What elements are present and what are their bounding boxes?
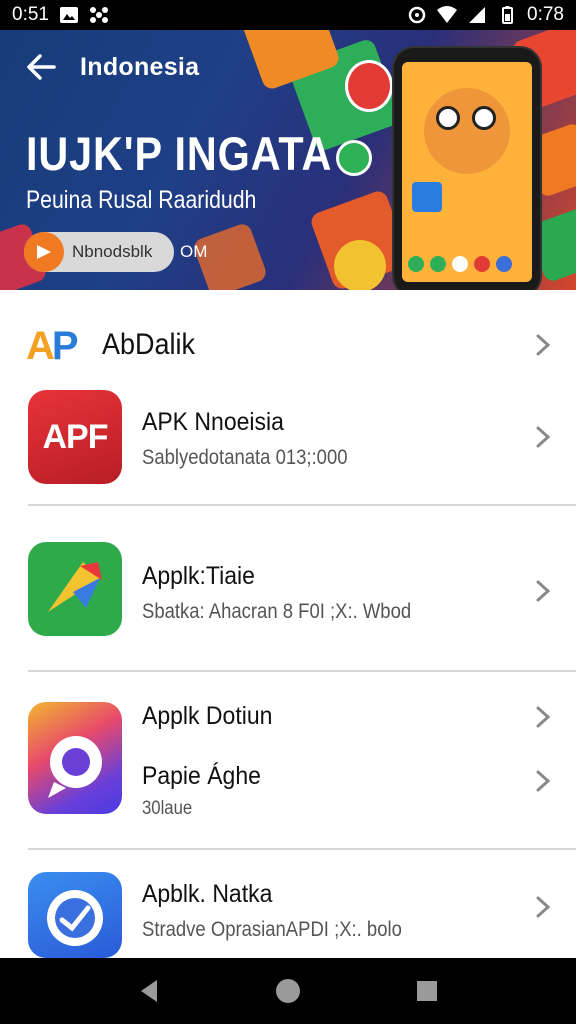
mascot-yellow (334, 240, 386, 290)
maps-app-icon (28, 542, 122, 636)
section-header[interactable]: AP AbDalik (0, 320, 576, 370)
battery-icon (502, 6, 514, 24)
back-arrow-icon[interactable] (24, 50, 58, 84)
recents-square-icon (416, 981, 437, 1001)
chevron-right-icon (536, 706, 550, 728)
status-right: 0:78 (407, 4, 564, 26)
back-triangle-icon (141, 980, 158, 1002)
play-arrow-icon (24, 232, 64, 272)
chevron-right-icon (536, 334, 550, 356)
messenger-app-icon (28, 872, 122, 958)
mascot-illustration (424, 88, 510, 174)
phone-dock-icon (452, 256, 468, 272)
list-item-apk-nnoeisia[interactable]: APF APK Nnoeisia Sablyedotanata 013;:000 (0, 390, 576, 502)
mascot-eye (472, 106, 496, 130)
app-subtitle: Sablyedotanata 013;:000 (142, 446, 348, 469)
navigation-bar (0, 958, 576, 1024)
phone-dock-icon (496, 256, 512, 272)
app-name: APK Nnoeisia (142, 408, 284, 436)
list-item-applk-tiaie[interactable]: Applk:Tiaie Sbatka: Ahacran 8 F0I ;X:. W… (0, 542, 576, 642)
hero-banner: Indonesia IUJK'P INGATA Peuina Rusal Raa… (0, 30, 576, 290)
hero-pill-label: Nbnodsblk (72, 242, 153, 261)
hero-headline: IUJK'P INGATA (26, 127, 333, 180)
page-title: Indonesia (80, 52, 200, 81)
mascot-green (336, 140, 372, 176)
phone-dock-icon (430, 256, 446, 272)
phone-dock (408, 256, 512, 272)
mascot-red (345, 60, 393, 112)
app-subtitle: Stradve OprasianAPDI ;X:. bolo (142, 918, 402, 941)
section-title: AbDalik (102, 328, 196, 361)
image-notification-icon (59, 7, 78, 23)
phone-screen (402, 62, 532, 282)
hero-pill-extra: OM (180, 242, 208, 261)
chevron-right-icon (536, 580, 550, 602)
app-name: Applk:Tiaie (142, 562, 255, 590)
chat-app-icon (28, 702, 122, 814)
apf-icon-text: APF (42, 417, 109, 456)
home-circle-icon (275, 979, 300, 1003)
recents-nav-button[interactable] (412, 976, 442, 1006)
chevron-right-icon (536, 770, 550, 792)
phone-dock-icon (474, 256, 490, 272)
logo-letter-p: P (51, 324, 79, 368)
logo-letter-a: A (26, 324, 55, 368)
divider (28, 848, 576, 850)
app-name: Apblk. Natka (142, 880, 273, 908)
hero-pill-badge[interactable]: Nbnodsblk (24, 232, 174, 272)
apf-app-icon: APF (28, 390, 122, 484)
ap-logo: AP (26, 324, 79, 369)
phone-dock-icon (408, 256, 424, 272)
wifi-icon (437, 6, 458, 23)
status-time-left: 0:51 (12, 4, 49, 25)
back-nav-button[interactable] (134, 976, 164, 1006)
status-bar: 0:51 0:78 (0, 0, 576, 30)
status-left: 0:51 (12, 4, 109, 26)
hero-header: Indonesia (24, 50, 199, 84)
list-item-applk-dotiun[interactable]: Applk Dotiun Papie Ághe 30laue (0, 702, 576, 822)
alarm-icon (408, 6, 426, 24)
phone-illustration (394, 48, 540, 290)
hero-subtitle: Peuina Rusal Raaridudh (26, 186, 257, 214)
chevron-right-icon (536, 896, 550, 918)
app-subtitle: 30laue (142, 798, 193, 819)
home-nav-button[interactable] (273, 976, 303, 1006)
app-name: Applk Dotiun (142, 702, 273, 730)
list-item-apblk-natka[interactable]: Apblk. Natka Stradve OprasianAPDI ;X:. b… (0, 872, 576, 958)
mascot-eye (436, 106, 460, 130)
app-secondary-name: Papie Ághe (142, 762, 261, 790)
divider (28, 670, 576, 672)
pinwheel-notification-icon (89, 7, 108, 23)
hero-cta[interactable]: Nbnodsblk OM (24, 232, 207, 272)
app-subtitle: Sbatka: Ahacran 8 F0I ;X:. Wbod (142, 600, 412, 623)
chevron-right-icon (536, 426, 550, 448)
status-time-right: 0:78 (527, 4, 564, 25)
signal-icon (469, 7, 486, 23)
divider (28, 504, 576, 506)
phone-app-tile (412, 182, 442, 212)
